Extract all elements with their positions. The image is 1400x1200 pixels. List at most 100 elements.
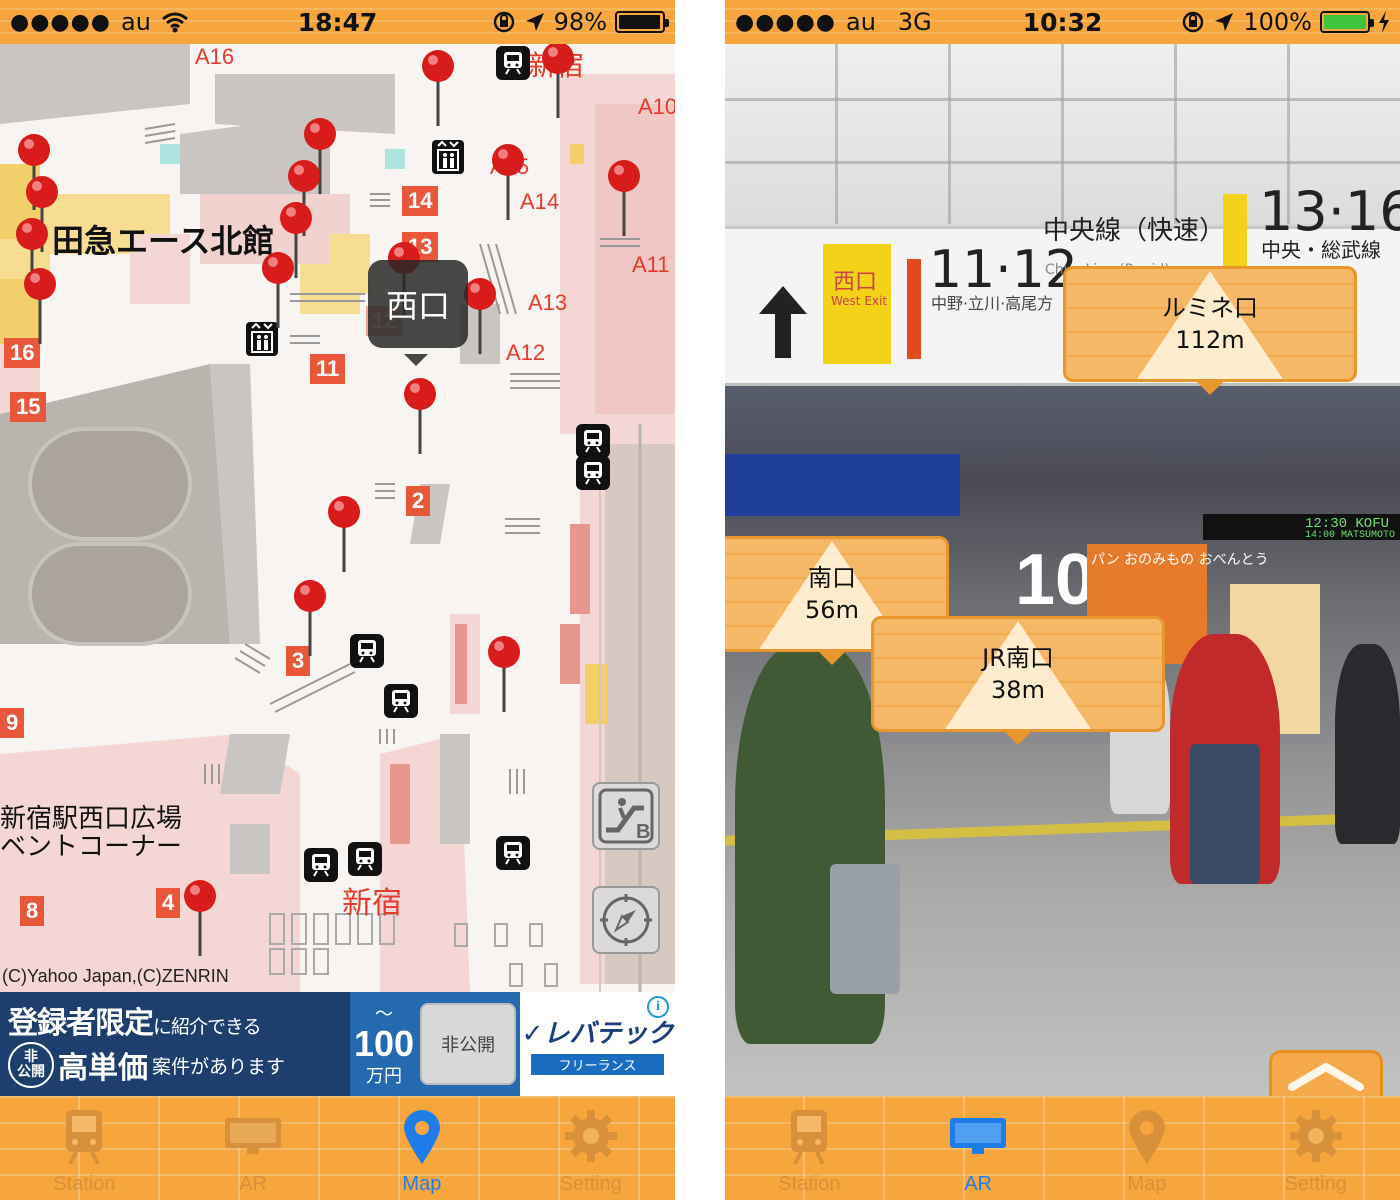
tab-map[interactable]: Map [1063, 1096, 1232, 1200]
battery-percent: 100% [1243, 8, 1312, 36]
tab-ar-label: AR [239, 1173, 268, 1195]
train-station-icon[interactable] [576, 456, 610, 490]
map-pin-icon[interactable] [484, 634, 524, 714]
train-station-icon[interactable] [304, 848, 338, 882]
map-pin-icon[interactable] [604, 158, 644, 238]
location-arrow-icon [525, 13, 544, 31]
map-pin-icon [1128, 1110, 1165, 1164]
tab-setting[interactable]: Setting [506, 1096, 675, 1200]
odakyu-label: 田急エース北館 [52, 222, 275, 260]
shinjuku-label-bottom: 新宿 [342, 886, 402, 921]
station-map[interactable]: A16 A10 A15 A14 A11 A13 A12 14 13 12 16 … [0, 44, 675, 992]
camera-view[interactable]: 西口 West Exit 11·12 中央線（快速） Chuo Line (Ra… [725, 44, 1400, 1096]
ar-tag-name: JR南口 [982, 644, 1054, 672]
ar-tag-pointer [1004, 731, 1032, 745]
line-name: 中央線（快速） [1043, 216, 1226, 246]
ad-line2-big: 高単価 [58, 1051, 148, 1086]
tab-station[interactable]: Station [725, 1096, 894, 1200]
exit-badge-2: 2 [406, 486, 431, 516]
ad-price: ～ 100 万円 [354, 1000, 414, 1088]
ad-private-badge: 非 公開 [8, 1042, 54, 1088]
ar-tag-distance: 38m [991, 676, 1045, 704]
ad-price-section: ～ 100 万円 非公開 [350, 992, 520, 1096]
tab-bar: Station AR Map Setting [725, 1096, 1400, 1200]
train-station-icon[interactable] [576, 424, 610, 458]
ad-line1-big: 登録者限定 [8, 1006, 154, 1041]
tab-ar[interactable]: AR [894, 1096, 1063, 1200]
map-pin-icon[interactable] [324, 494, 364, 574]
ad-hidden-label: 非公開 [420, 1003, 517, 1085]
tab-station[interactable]: Station [0, 1096, 169, 1200]
expand-panel-button[interactable] [1269, 1050, 1383, 1096]
rotation-lock-icon [493, 11, 514, 33]
ad-price-unit: 万円 [366, 1066, 403, 1086]
ad-line2-small: 案件があります [152, 1055, 286, 1078]
ad-info-icon[interactable]: i [647, 996, 669, 1018]
line2-name: 中央・総武線 [1261, 238, 1381, 262]
battery-percent: 98% [553, 8, 607, 36]
map-pin-icon[interactable] [418, 48, 458, 128]
map-pin-icon[interactable] [400, 376, 440, 456]
exit-badge-15: 15 [10, 392, 47, 422]
map-pin-icon[interactable] [20, 266, 60, 346]
train-icon [791, 1110, 828, 1165]
map-pin-icon[interactable] [488, 142, 528, 222]
tab-bar: Station AR Map Setting [0, 1096, 675, 1200]
map-pin-icon [403, 1110, 440, 1164]
train-icon [66, 1110, 103, 1165]
exit-label-a16: A16 [195, 44, 235, 69]
ad-price-value: 100 [354, 1023, 415, 1064]
pin-callout[interactable]: 西口 [368, 260, 468, 366]
monitor-icon [225, 1118, 282, 1154]
stations-sub: 中野·立川·高尾方 [931, 294, 1054, 313]
exit-badge-14: 14 [402, 186, 439, 216]
west-exit-jp: 西口 [833, 270, 878, 295]
person-bag [830, 864, 900, 994]
tab-setting[interactable]: Setting [1231, 1096, 1400, 1200]
escalator-b-label: B [636, 821, 650, 843]
current-location-button[interactable] [592, 886, 660, 954]
ar-tag-lumine[interactable]: ルミネ口 112m [1063, 266, 1357, 395]
ar-tag-name: 南口 [808, 564, 856, 592]
tab-setting-label: Setting [559, 1173, 622, 1195]
escalator-icon: B [598, 788, 654, 844]
map-pin-icon[interactable] [290, 578, 330, 658]
ar-tag-distance: 112m [1175, 326, 1245, 354]
elevator-icon[interactable] [432, 140, 464, 174]
platform-direction-sign [725, 454, 960, 516]
rotation-lock-icon [1183, 11, 1204, 33]
map-pin-icon[interactable] [538, 44, 578, 120]
carrier-name: au [845, 8, 876, 36]
tab-ar[interactable]: AR [169, 1096, 338, 1200]
monitor-icon [950, 1118, 1007, 1154]
ar-tag-name: ルミネ口 [1162, 294, 1258, 322]
line-color-bar [907, 259, 921, 359]
ad-private-badge-text: 非 公開 [17, 1049, 45, 1080]
status-bar: ●●●●● au 18:47 98% [0, 0, 675, 44]
train-station-icon[interactable] [496, 836, 530, 870]
status-bar: ●●●●● au 3G 10:32 100% [725, 0, 1400, 44]
carrier-name: au [120, 8, 151, 36]
train-station-icon[interactable] [348, 842, 382, 876]
map-pin-icon[interactable] [258, 250, 298, 330]
ar-tag-jr-south-exit[interactable]: JR南口 38m [871, 616, 1165, 745]
gear-icon [1289, 1110, 1342, 1162]
train-station-icon[interactable] [350, 634, 384, 668]
wifi-icon [161, 12, 188, 33]
chevron-up-icon [1288, 1062, 1364, 1091]
exit-label-a13: A13 [528, 290, 568, 315]
exit-label-a12: A12 [506, 340, 546, 365]
train-station-icon[interactable] [384, 684, 418, 718]
escalator-toggle-button[interactable]: B [592, 782, 660, 850]
ad-line1-small: に紹介できる [153, 1016, 262, 1038]
west-exit-en: West Exit [831, 294, 888, 308]
ad-banner[interactable]: 登録者限定に紹介できる 非 公開 高単価 案件があります ～ 100 万円 非公開… [0, 992, 675, 1096]
map-pin-icon[interactable] [180, 878, 220, 958]
train-station-icon[interactable] [496, 46, 530, 80]
ad-brand-section: ✓レバテック フリーランス i [520, 992, 675, 1096]
tab-map[interactable]: Map [338, 1096, 507, 1200]
exit-badge-11: 11 [310, 354, 346, 384]
compass-icon [600, 894, 652, 946]
exit-badge-4: 4 [156, 888, 181, 918]
tab-setting-label: Setting [1284, 1173, 1347, 1195]
